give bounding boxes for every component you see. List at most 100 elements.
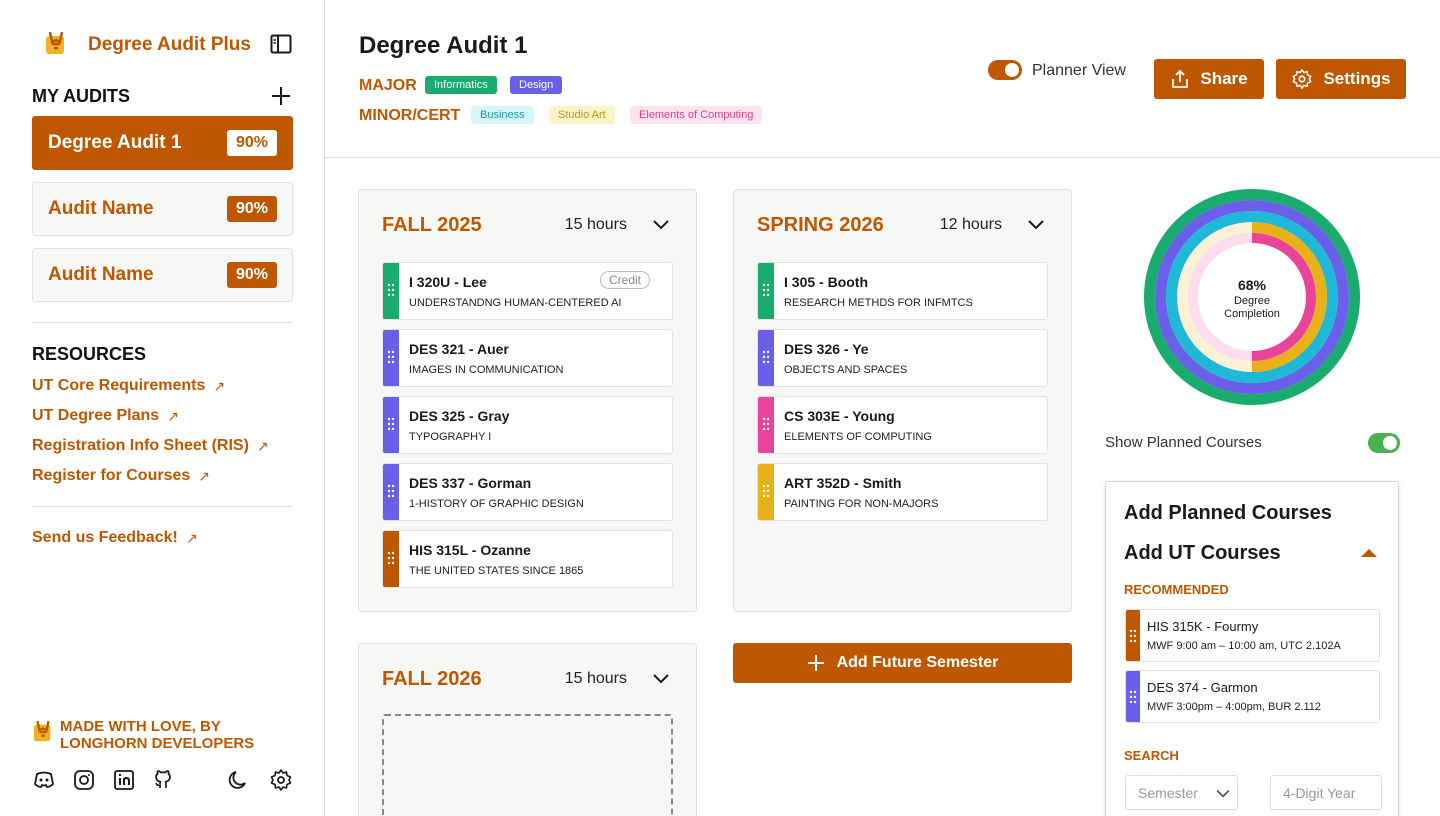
footer-line: LONGHORN DEVELOPERS xyxy=(60,735,255,752)
gear-icon xyxy=(1293,69,1312,89)
external-link-icon: ↗ xyxy=(213,377,226,394)
resource-link-register-courses[interactable]: Register for Courses ↗ xyxy=(32,467,210,485)
recommended-label: RECOMMENDED xyxy=(1124,582,1229,597)
gear-icon[interactable] xyxy=(269,768,293,792)
audit-percent-badge: 90% xyxy=(226,196,277,222)
course-color-bar xyxy=(758,464,774,520)
semester-select-value: Semester xyxy=(1138,784,1198,801)
audit-card[interactable]: Degree Audit 1 90% xyxy=(32,116,293,170)
semester-column: FALL 2025 15 hours I 320U - Lee UNDERSTA… xyxy=(358,189,697,612)
course-drop-zone[interactable] xyxy=(382,714,673,816)
course-color-bar xyxy=(383,464,399,520)
drag-handle-icon[interactable] xyxy=(387,417,395,431)
course-code: CS 303E - Young xyxy=(784,408,895,424)
drag-handle-icon[interactable] xyxy=(1129,690,1137,704)
semester-hours: 15 hours xyxy=(564,216,627,233)
completion-percent: 68% xyxy=(1238,277,1267,293)
moon-icon[interactable] xyxy=(226,768,250,792)
course-color-bar xyxy=(383,531,399,587)
course-name: UNDERSTANDNG HUMAN-CENTERED AI xyxy=(409,297,622,309)
github-icon[interactable] xyxy=(151,768,175,792)
chevron-down-icon[interactable] xyxy=(653,672,669,684)
drag-handle-icon[interactable] xyxy=(387,484,395,498)
course-card[interactable]: I 320U - Lee UNDERSTANDNG HUMAN-CENTERED… xyxy=(382,262,673,320)
course-card[interactable]: CS 303E - Young ELEMENTS OF COMPUTING xyxy=(757,396,1048,454)
credit-badge: Credit xyxy=(599,271,650,289)
drag-handle-icon[interactable] xyxy=(762,283,770,297)
planner-view-toggle[interactable] xyxy=(988,60,1022,80)
drag-handle-icon[interactable] xyxy=(387,283,395,297)
resource-link-registration-info[interactable]: Registration Info Sheet (RIS) ↗ xyxy=(32,437,269,455)
feedback-link-label: Send us Feedback! xyxy=(32,529,178,546)
course-color-bar xyxy=(383,330,399,386)
year-input[interactable]: 4-Digit Year xyxy=(1270,775,1382,810)
course-card[interactable]: DES 325 - Gray TYPOGRAPHY I xyxy=(382,396,673,454)
drag-handle-icon[interactable] xyxy=(387,350,395,364)
recommended-course-card[interactable]: DES 374 - Garmon MWF 3:00pm – 4:00pm, BU… xyxy=(1125,670,1380,723)
brand[interactable]: Degree Audit Plus xyxy=(44,30,251,60)
drag-handle-icon[interactable] xyxy=(762,484,770,498)
course-color-bar xyxy=(383,397,399,453)
course-card[interactable]: I 305 - Booth RESEARCH METHDS FOR INFMTC… xyxy=(757,262,1048,320)
feedback-link[interactable]: Send us Feedback! ↗ xyxy=(32,529,198,547)
course-code: HIS 315L - Ozanne xyxy=(409,542,531,558)
chevron-down-icon[interactable] xyxy=(1028,218,1044,230)
course-card[interactable]: DES 321 - Auer IMAGES IN COMMUNICATION xyxy=(382,329,673,387)
planner-view-label: Planner View xyxy=(1032,62,1126,79)
show-planned-toggle[interactable] xyxy=(1368,433,1400,453)
major-label: MAJOR xyxy=(359,77,417,94)
footer-credit: MADE WITH LOVE, BY LONGHORN DEVELOPERS xyxy=(60,718,254,752)
instagram-icon[interactable] xyxy=(72,768,96,792)
resource-link-label: UT Degree Plans xyxy=(32,407,160,424)
semester-title: FALL 2026 xyxy=(382,668,482,690)
external-link-icon: ↗ xyxy=(256,437,269,454)
course-name: PAINTING FOR NON-MAJORS xyxy=(784,498,939,510)
drag-handle-icon[interactable] xyxy=(1129,629,1137,643)
course-card[interactable]: DES 326 - Ye OBJECTS AND SPACES xyxy=(757,329,1048,387)
drag-handle-icon[interactable] xyxy=(387,551,395,565)
course-code: DES 337 - Gorman xyxy=(409,475,532,491)
year-input-placeholder: 4-Digit Year xyxy=(1283,784,1356,801)
drag-handle-icon[interactable] xyxy=(762,417,770,431)
linkedin-icon[interactable] xyxy=(112,768,136,792)
course-schedule: MWF 3:00pm – 4:00pm, BUR 2.112 xyxy=(1147,701,1322,713)
longhorn-logo-icon xyxy=(46,31,64,54)
divider xyxy=(32,322,293,323)
my-audits-title: MY AUDITS xyxy=(32,86,131,106)
resource-link-label: Registration Info Sheet (RIS) xyxy=(32,437,249,454)
sidebar-toggle-icon[interactable] xyxy=(270,34,292,54)
minor-tag: Elements of Computing xyxy=(630,106,763,124)
discord-icon[interactable] xyxy=(32,768,56,792)
panel-subtitle[interactable]: Add UT Courses xyxy=(1124,542,1281,565)
drag-handle-icon[interactable] xyxy=(762,350,770,364)
course-card[interactable]: ART 352D - Smith PAINTING FOR NON-MAJORS xyxy=(757,463,1048,521)
major-tag: Informatics xyxy=(425,76,497,94)
resource-link-core-requirements[interactable]: UT Core Requirements ↗ xyxy=(32,377,225,395)
recommended-course-card[interactable]: HIS 315K - Fourmy MWF 9:00 am – 10:00 am… xyxy=(1125,609,1380,662)
page-header: Degree Audit 1 MAJOR Informatics Design … xyxy=(325,0,1440,158)
course-name: IMAGES IN COMMUNICATION xyxy=(409,364,564,376)
add-future-semester-button[interactable]: Add Future Semester xyxy=(733,643,1072,683)
footer-brand: MADE WITH LOVE, BY LONGHORN DEVELOPERS xyxy=(32,718,254,752)
course-color-bar xyxy=(1126,610,1140,661)
resource-link-degree-plans[interactable]: UT Degree Plans ↗ xyxy=(32,407,179,425)
course-code: DES 326 - Ye xyxy=(784,341,869,357)
audit-card[interactable]: Audit Name 90% xyxy=(32,248,293,302)
show-planned-label: Show Planned Courses xyxy=(1105,434,1262,451)
course-card[interactable]: DES 337 - Gorman 1-HISTORY OF GRAPHIC DE… xyxy=(382,463,673,521)
course-card[interactable]: HIS 315L - Ozanne THE UNITED STATES SINC… xyxy=(382,530,673,588)
caret-up-icon[interactable] xyxy=(1360,548,1378,558)
add-audit-plus-icon[interactable] xyxy=(270,85,292,107)
chevron-down-icon[interactable] xyxy=(653,218,669,230)
course-color-bar xyxy=(1126,671,1140,722)
semester-select[interactable]: Semester xyxy=(1125,775,1238,810)
audit-card[interactable]: Audit Name 90% xyxy=(32,182,293,236)
minor-label: MINOR/CERT xyxy=(359,107,461,124)
footer-line: MADE WITH LOVE, BY xyxy=(60,718,221,735)
sidebar: Degree Audit Plus MY AUDITS Degree Audit… xyxy=(0,0,325,816)
resources-title: RESOURCES xyxy=(32,344,147,364)
share-button[interactable]: Share xyxy=(1154,59,1264,99)
brand-name: Degree Audit Plus xyxy=(88,34,251,55)
settings-button[interactable]: Settings xyxy=(1276,59,1406,99)
course-name: THE UNITED STATES SINCE 1865 xyxy=(409,565,584,577)
